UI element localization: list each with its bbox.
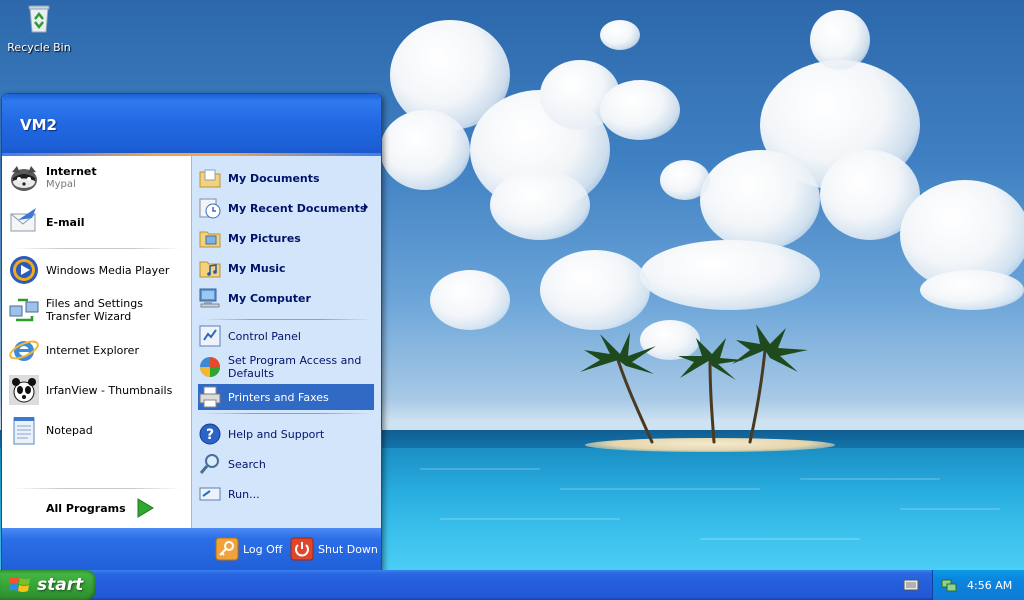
palm-trees bbox=[580, 324, 808, 444]
recycle-bin-label: Recycle Bin bbox=[7, 41, 71, 54]
recent-irfanview[interactable]: IrfanView - Thumbnails bbox=[8, 372, 186, 408]
submenu-arrow-icon bbox=[364, 203, 368, 211]
help-label: Help and Support bbox=[228, 427, 325, 441]
mypal-browser-icon bbox=[11, 166, 37, 191]
search-icon bbox=[199, 454, 219, 474]
place-label: My Documents bbox=[228, 171, 320, 185]
green-arrow-icon bbox=[137, 498, 154, 518]
system-control-panel[interactable]: Control Panel bbox=[198, 323, 374, 349]
right-separator bbox=[202, 413, 372, 414]
place-my-recent-documents[interactable]: My Recent Documents bbox=[198, 195, 374, 221]
log-off-icon bbox=[215, 537, 239, 561]
svg-text:?: ? bbox=[206, 427, 214, 443]
start-menu-right-pane: My Documents My Recent Documents My Pict… bbox=[191, 156, 381, 528]
user-name: VM2 bbox=[20, 116, 57, 134]
recent-program-label: Internet Explorer bbox=[46, 343, 139, 357]
run-icon bbox=[199, 487, 221, 501]
system-printers-and-faxes[interactable]: Printers and Faxes bbox=[198, 384, 374, 410]
shut-down-label: Shut Down bbox=[318, 542, 378, 556]
documents-folder-icon bbox=[199, 169, 221, 188]
left-separator bbox=[12, 488, 182, 489]
recent-documents-icon bbox=[199, 198, 221, 219]
power-icon bbox=[290, 537, 314, 561]
notepad-icon bbox=[13, 417, 35, 445]
pinned-internet-subtitle: Mypal bbox=[46, 179, 76, 190]
place-my-computer[interactable]: My Computer bbox=[198, 285, 374, 311]
place-my-documents[interactable]: My Documents bbox=[198, 165, 374, 191]
pictures-folder-icon bbox=[199, 231, 221, 248]
run[interactable]: Run... bbox=[198, 481, 374, 507]
recent-program-label: Files and Settings Transfer Wizard bbox=[46, 297, 143, 323]
log-off-label: Log Off bbox=[243, 542, 283, 556]
place-label: My Computer bbox=[228, 291, 311, 305]
help-icon: ? bbox=[199, 423, 221, 445]
place-label: My Music bbox=[228, 261, 286, 275]
pinned-internet-title: Internet bbox=[46, 165, 97, 178]
recent-notepad[interactable]: Notepad bbox=[8, 412, 186, 448]
help-and-support[interactable]: ? Help and Support bbox=[198, 421, 374, 447]
internet-explorer-icon bbox=[9, 340, 39, 361]
start-menu-left-pane: Internet Mypal E-mail Windows Media Play… bbox=[2, 156, 191, 528]
right-separator bbox=[202, 319, 372, 320]
help-label: Search bbox=[228, 457, 266, 471]
computer-icon bbox=[199, 288, 220, 308]
start-menu-body: Internet Mypal E-mail Windows Media Play… bbox=[2, 156, 381, 528]
recent-program-label: Windows Media Player bbox=[46, 263, 170, 277]
irfanview-icon bbox=[9, 375, 39, 405]
start-menu-footer: Log Off Shut Down bbox=[2, 528, 381, 570]
all-programs-label: All Programs bbox=[46, 501, 126, 515]
log-off-button[interactable]: Log Off bbox=[215, 536, 282, 562]
recycle-bin-desktop-icon[interactable]: Recycle Bin bbox=[6, 2, 72, 54]
recycle-bin-icon bbox=[28, 5, 50, 33]
media-player-icon bbox=[10, 256, 38, 284]
start-menu: VM2 Internet Mypal E-mail Windows Media … bbox=[1, 93, 382, 571]
place-label: My Pictures bbox=[228, 231, 301, 245]
system-program-defaults[interactable]: Set Program Access and Defaults bbox=[198, 352, 374, 382]
start-menu-header: VM2 bbox=[2, 94, 381, 156]
recent-transfer-wizard[interactable]: Files and Settings Transfer Wizard bbox=[8, 292, 186, 328]
clock[interactable]: 4:56 AM bbox=[967, 579, 1012, 592]
all-programs-button[interactable]: All Programs bbox=[32, 496, 162, 520]
place-my-music[interactable]: My Music bbox=[198, 255, 374, 281]
taskbar: start 4:56 AM bbox=[0, 570, 1024, 600]
recent-program-label: IrfanView - Thumbnails bbox=[46, 383, 173, 397]
help-label: Run... bbox=[228, 487, 260, 501]
pinned-email[interactable]: E-mail bbox=[8, 204, 186, 240]
music-folder-icon bbox=[199, 261, 221, 278]
printer-icon bbox=[199, 386, 221, 408]
system-tray: 4:56 AM bbox=[932, 570, 1024, 600]
control-panel-icon bbox=[199, 325, 221, 347]
windows-logo-icon bbox=[9, 577, 30, 592]
start-button[interactable]: start bbox=[0, 570, 96, 600]
system-label: Control Panel bbox=[228, 329, 301, 343]
email-icon bbox=[10, 208, 36, 232]
shut-down-button[interactable]: Shut Down bbox=[290, 536, 378, 562]
network-icon[interactable] bbox=[941, 577, 957, 593]
transfer-wizard-icon bbox=[9, 298, 39, 322]
system-label: Printers and Faxes bbox=[228, 390, 329, 404]
recent-internet-explorer[interactable]: Internet Explorer bbox=[8, 332, 186, 368]
pinned-internet[interactable]: Internet Mypal bbox=[8, 160, 186, 196]
place-my-pictures[interactable]: My Pictures bbox=[198, 225, 374, 251]
start-label: start bbox=[37, 575, 84, 595]
program-defaults-icon bbox=[200, 357, 220, 377]
recent-windows-media-player[interactable]: Windows Media Player bbox=[8, 252, 186, 288]
recent-program-label: Notepad bbox=[46, 423, 93, 437]
system-label: Set Program Access and Defaults bbox=[228, 354, 362, 380]
keyboard-icon[interactable] bbox=[903, 578, 919, 592]
place-label: My Recent Documents bbox=[228, 201, 367, 215]
left-separator bbox=[12, 248, 182, 249]
search[interactable]: Search bbox=[198, 451, 374, 477]
pinned-email-title: E-mail bbox=[46, 215, 85, 229]
